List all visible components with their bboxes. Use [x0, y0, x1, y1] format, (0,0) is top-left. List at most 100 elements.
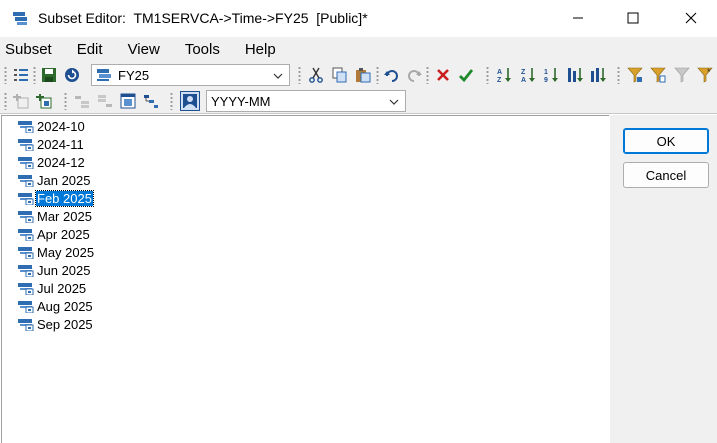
tree-element-row[interactable]: Mar 2025: [18, 207, 93, 225]
menu-edit[interactable]: Edit: [72, 41, 108, 58]
menu-tools[interactable]: Tools: [180, 41, 225, 58]
svg-text:A: A: [521, 77, 526, 83]
checkmark-icon: [459, 69, 474, 83]
menu-subset[interactable]: Subset: [0, 41, 57, 58]
alias-value: YYYY-MM: [211, 93, 271, 109]
save-button[interactable]: [39, 65, 59, 85]
consolidated-element-icon: [18, 191, 34, 206]
minimize-button[interactable]: [549, 0, 607, 36]
consolidated-element-icon: [18, 137, 34, 152]
sort-by-index-button[interactable]: 1 9: [542, 65, 562, 85]
subset-all-icon: [120, 93, 136, 109]
menu-help[interactable]: Help: [240, 41, 281, 58]
close-button[interactable]: [662, 0, 717, 36]
sort-descending-button[interactable]: Z A: [518, 65, 538, 85]
filter-by-attribute-button[interactable]: [648, 65, 668, 85]
consolidated-element-icon: [18, 317, 34, 332]
save-icon: [42, 68, 56, 82]
toolbar-grip[interactable]: [64, 92, 67, 110]
tree-element-label: 2024-10: [37, 118, 85, 134]
paste-button[interactable]: [353, 65, 373, 85]
toolbar-grip[interactable]: [4, 66, 7, 84]
copy-button[interactable]: [330, 65, 350, 85]
insert-disabled-icon: [13, 94, 29, 109]
sort-hierarchy-desc-button[interactable]: [588, 65, 608, 85]
filter-by-wildcard-button[interactable]: *: [695, 65, 715, 85]
tree-element-row[interactable]: Aug 2025: [18, 297, 94, 315]
hierarchy-sort-desc-icon: [591, 68, 606, 82]
tree-element-row[interactable]: Apr 2025: [18, 225, 91, 243]
filter-funnel-icon: [627, 67, 643, 83]
refresh-button[interactable]: [62, 65, 82, 85]
show-hierarchy-button[interactable]: [141, 91, 161, 111]
subset-icon: [97, 69, 111, 81]
expand-button[interactable]: [72, 91, 92, 111]
tree-element-row[interactable]: 2024-11: [18, 135, 85, 153]
tree-element-label: Feb 2025: [35, 189, 94, 207]
chevron-down-icon: [273, 73, 283, 79]
consolidated-element-icon: [18, 173, 34, 188]
toolbar-grip[interactable]: [617, 66, 620, 84]
undo-icon: [384, 70, 398, 82]
toolbar-grip[interactable]: [4, 92, 7, 110]
subset-editor-icon: [12, 10, 30, 26]
insert-element-button[interactable]: [34, 91, 54, 111]
tree-element-label: Jan 2025: [37, 172, 91, 188]
consolidated-element-icon: [18, 245, 34, 260]
undo-button[interactable]: [382, 65, 402, 85]
tree-element-row[interactable]: May 2025: [18, 243, 95, 261]
sort-index-icon: 1 9: [544, 68, 558, 83]
svg-text:9: 9: [544, 77, 548, 83]
alias-combo[interactable]: YYYY-MM: [206, 90, 406, 112]
tree-element-row[interactable]: Jan 2025: [18, 171, 92, 189]
tree-element-row[interactable]: Jul 2025: [18, 279, 87, 297]
toolbar-grip[interactable]: [170, 92, 173, 110]
consolidated-element-icon: [18, 209, 34, 224]
tree-element-row[interactable]: Sep 2025: [18, 315, 94, 333]
toolbar-grip[interactable]: [33, 66, 36, 84]
tree-element-label: 2024-12: [37, 154, 85, 170]
sort-ascending-button[interactable]: A Z: [494, 65, 514, 85]
subset-name-combo[interactable]: FY25: [91, 64, 290, 86]
cancel-button[interactable]: Cancel: [623, 162, 709, 188]
filter-by-value-button[interactable]: [672, 65, 692, 85]
sort-az-icon: A Z: [497, 68, 511, 83]
redo-button[interactable]: [404, 65, 424, 85]
minimize-icon: [573, 17, 583, 19]
close-icon: [685, 12, 697, 24]
tree-element-row[interactable]: Feb 2025: [18, 189, 94, 207]
subset-all-button[interactable]: [118, 91, 138, 111]
toolbar-grip[interactable]: [426, 66, 429, 84]
toolbar-grip[interactable]: [486, 66, 489, 84]
svg-text:A: A: [497, 69, 502, 76]
delete-x-icon: [437, 69, 449, 81]
menu-view[interactable]: View: [123, 41, 165, 58]
svg-text:Z: Z: [497, 77, 502, 83]
user-alias-icon: [183, 94, 197, 108]
tree-element-row[interactable]: 2024-10: [18, 117, 86, 135]
insert-element-icon: [36, 94, 52, 109]
dialog-button-panel: OK Cancel: [610, 115, 717, 443]
collapse-button[interactable]: [95, 91, 115, 111]
delete-button[interactable]: [433, 65, 453, 85]
keep-button[interactable]: [456, 65, 476, 85]
maximize-button[interactable]: [604, 0, 662, 36]
tree-element-label: Apr 2025: [37, 226, 90, 242]
ok-button[interactable]: OK: [623, 128, 709, 154]
toolbar-grip[interactable]: [376, 66, 379, 84]
toolbar-grip[interactable]: [298, 66, 301, 84]
title-bar: Subset Editor: TM1SERVCA->Time->FY25 [Pu…: [0, 0, 717, 36]
tree-element-row[interactable]: Jun 2025: [18, 261, 92, 279]
filter-disabled-icon: [674, 67, 690, 83]
maximize-icon: [627, 12, 639, 24]
cut-button[interactable]: [306, 65, 326, 85]
filter-by-level-button[interactable]: [625, 65, 645, 85]
sort-za-icon: Z A: [521, 68, 535, 83]
select-dimension-button[interactable]: [11, 65, 31, 85]
consolidated-element-icon: [18, 299, 34, 314]
tree-element-row[interactable]: 2024-12: [18, 153, 86, 171]
subset-element-list[interactable]: 2024-10 2024-11 2024-12 Jan 2025 Feb 2025 Mar…: [1, 115, 609, 443]
sort-hierarchy-button[interactable]: [565, 65, 585, 85]
insert-subset-button[interactable]: [11, 91, 31, 111]
alias-toggle-button[interactable]: [180, 91, 200, 111]
